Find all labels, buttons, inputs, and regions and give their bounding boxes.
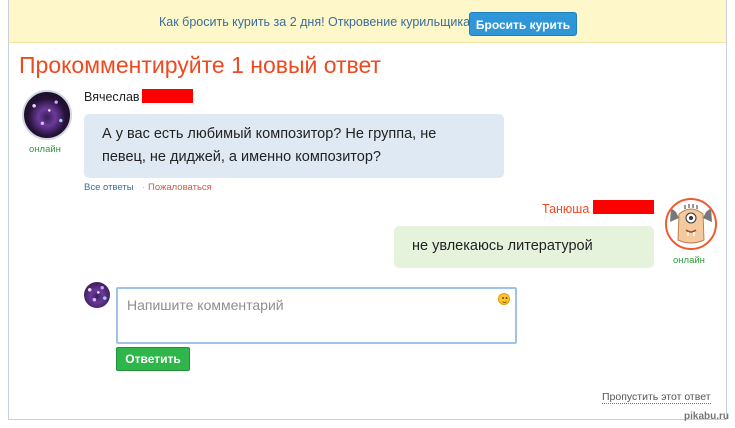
redaction-bar	[142, 89, 193, 103]
promo-banner: Как бросить курить за 2 дня! Откровение …	[9, 0, 726, 43]
avatar[interactable]	[84, 282, 110, 308]
question-text-line: А у вас есть любимый композитор? Не груп…	[102, 126, 437, 142]
comment-input[interactable]: Напишите комментарий	[116, 287, 517, 344]
avatar[interactable]	[22, 90, 72, 140]
watermark: pikabu.ru	[684, 411, 730, 422]
report-link[interactable]: Пожаловаться	[148, 182, 212, 193]
quit-smoking-button[interactable]: Бросить курить	[469, 12, 577, 36]
question-text-line: певец, не диджей, а именно композитор?	[102, 149, 381, 165]
all-answers-link[interactable]: Все ответы	[84, 182, 134, 193]
online-status: онлайн	[673, 255, 705, 266]
avatar[interactable]	[665, 198, 717, 250]
cartoon-face-icon	[670, 204, 712, 244]
redaction-bar	[593, 200, 654, 214]
answer-text: не увлекаюсь литературой	[412, 238, 593, 254]
promo-text[interactable]: Как бросить курить за 2 дня! Откровение …	[159, 15, 474, 29]
answer-bubble: не увлекаюсь литературой	[394, 226, 654, 268]
smiley-icon[interactable]	[498, 293, 510, 305]
comment-panel: Как бросить курить за 2 дня! Откровение …	[8, 0, 727, 420]
link-separator: ·	[142, 182, 145, 192]
reply-button[interactable]: Ответить	[116, 347, 190, 371]
online-status: онлайн	[29, 144, 61, 155]
author-name[interactable]: Вячеслав	[84, 90, 140, 104]
skip-answer-link[interactable]: Пропустить этот ответ	[602, 391, 711, 404]
author-name[interactable]: Танюша	[542, 202, 589, 216]
question-bubble: А у вас есть любимый композитор? Не груп…	[84, 114, 504, 178]
page-title: Прокомментируйте 1 новый ответ	[19, 52, 382, 78]
